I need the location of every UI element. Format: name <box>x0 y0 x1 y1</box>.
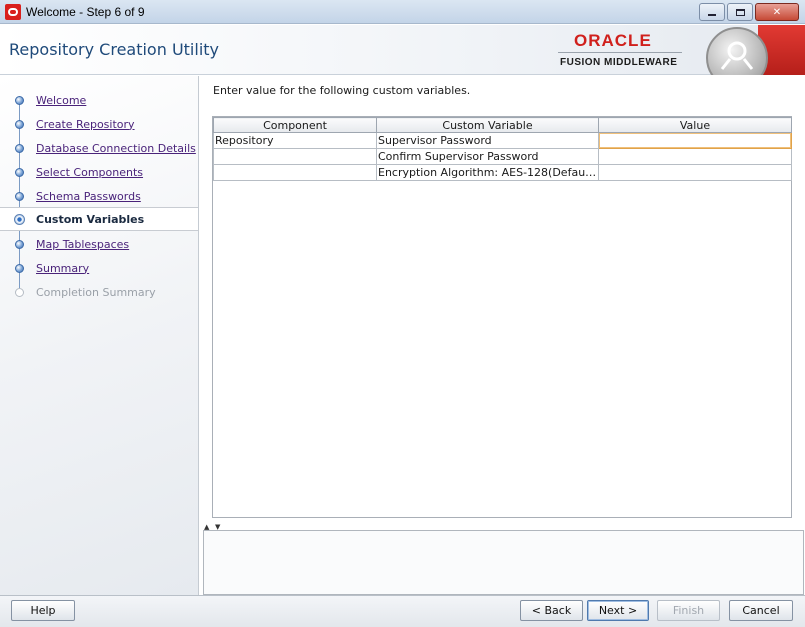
column-header-component[interactable]: Component <box>213 117 377 133</box>
confirm-supervisor-password-value-field[interactable] <box>598 148 792 165</box>
step-label[interactable]: Database Connection Details <box>36 142 196 155</box>
step-summary[interactable]: Summary <box>0 256 198 280</box>
step-label[interactable]: Create Repository <box>36 118 135 131</box>
column-header-custom-variable[interactable]: Custom Variable <box>376 117 599 133</box>
step-create-repository[interactable]: Create Repository <box>0 112 198 136</box>
minimize-button[interactable] <box>699 3 725 21</box>
help-button[interactable]: Help <box>11 600 75 621</box>
custom-variables-table: Component Custom Variable Value Reposito… <box>212 116 792 518</box>
step-pending-icon <box>15 240 24 249</box>
step-pending-icon <box>15 264 24 273</box>
table-header-row: Component Custom Variable Value <box>213 117 792 133</box>
page-title: Repository Creation Utility <box>9 40 220 59</box>
supervisor-password-value-field[interactable] <box>598 132 792 149</box>
step-database-connection-details[interactable]: Database Connection Details <box>0 136 198 160</box>
table-row[interactable]: Repository Supervisor Password <box>213 132 792 149</box>
header-banner: Repository Creation Utility ORACLE FUSIO… <box>0 25 805 75</box>
oracle-app-icon <box>5 3 21 20</box>
window-titlebar: Welcome - Step 6 of 9 ✕ <box>0 0 805 24</box>
step-done-icon <box>15 96 24 105</box>
finish-button: Finish <box>657 600 720 621</box>
fusion-badge-icon <box>704 25 805 75</box>
step-done-icon <box>15 168 24 177</box>
step-label[interactable]: Schema Passwords <box>36 190 141 203</box>
cell-custom-variable: Supervisor Password <box>376 132 599 149</box>
brand-divider <box>558 52 682 53</box>
maximize-icon <box>735 8 745 16</box>
window-controls: ✕ <box>697 3 799 21</box>
table-row[interactable]: Confirm Supervisor Password <box>213 148 792 165</box>
step-welcome[interactable]: Welcome <box>0 88 198 112</box>
step-schema-passwords[interactable]: Schema Passwords <box>0 184 198 208</box>
wrench-arrow-icon <box>720 41 754 70</box>
step-label[interactable]: Summary <box>36 262 89 275</box>
wizard-steps-nav: Welcome Create Repository Database Conne… <box>0 76 199 595</box>
back-button[interactable]: < Back <box>520 600 583 621</box>
brand-fusion-text: FUSION MIDDLEWARE <box>560 57 678 68</box>
step-select-components[interactable]: Select Components <box>0 160 198 184</box>
step-label: Custom Variables <box>36 212 145 226</box>
step-completion-summary: Completion Summary <box>0 280 198 304</box>
step-current-icon <box>14 214 25 225</box>
step-label: Completion Summary <box>36 285 156 299</box>
cell-component: Repository <box>213 132 377 149</box>
step-disabled-icon <box>15 288 24 297</box>
step-map-tablespaces[interactable]: Map Tablespaces <box>0 232 198 256</box>
maximize-button[interactable] <box>727 3 753 21</box>
column-header-value[interactable]: Value <box>598 117 792 133</box>
step-done-icon <box>15 120 24 129</box>
step-label[interactable]: Select Components <box>36 166 143 179</box>
cell-component <box>213 148 377 165</box>
cell-custom-variable: Encryption Algorithm: AES-128(Default... <box>376 164 599 181</box>
step-label[interactable]: Welcome <box>36 94 86 107</box>
wizard-footer: Help < Back Next > Finish Cancel <box>0 595 805 627</box>
cancel-button[interactable]: Cancel <box>729 600 793 621</box>
close-button[interactable]: ✕ <box>755 3 799 21</box>
cell-component <box>213 164 377 181</box>
brand-oracle-text: ORACLE <box>574 31 652 50</box>
close-icon: ✕ <box>772 6 782 18</box>
instruction-text: Enter value for the following custom var… <box>213 84 471 97</box>
window-title: Welcome - Step 6 of 9 <box>26 4 145 19</box>
step-done-icon <box>15 192 24 201</box>
step-custom-variables[interactable]: Custom Variables <box>0 207 198 231</box>
cell-custom-variable: Confirm Supervisor Password <box>376 148 599 165</box>
message-log-pane <box>203 530 804 595</box>
oracle-logo: ORACLE FUSION MIDDLEWARE <box>558 31 682 71</box>
step-label[interactable]: Map Tablespaces <box>36 238 129 251</box>
next-button[interactable]: Next > <box>587 600 649 621</box>
step-done-icon <box>15 144 24 153</box>
minimize-icon <box>708 14 716 16</box>
encryption-algorithm-value-field[interactable] <box>598 164 792 181</box>
main-content: Enter value for the following custom var… <box>203 76 805 522</box>
table-row[interactable]: Encryption Algorithm: AES-128(Default... <box>213 164 792 181</box>
